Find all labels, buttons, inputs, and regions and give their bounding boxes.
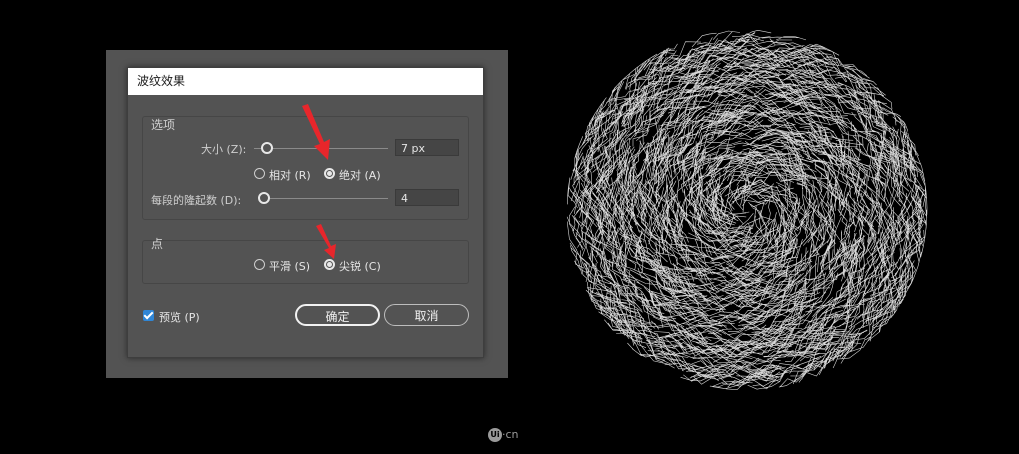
relative-radio-label[interactable]: 相对 (R) bbox=[269, 167, 311, 183]
red-annotation-arrow-icon bbox=[316, 224, 336, 259]
ridges-input[interactable]: 4 bbox=[395, 189, 459, 206]
dialog-title: 波纹效果 bbox=[128, 68, 483, 95]
corner-radio-label[interactable]: 尖锐 (C) bbox=[339, 258, 381, 274]
ripple-scribble-artwork bbox=[566, 30, 928, 391]
points-group-title: 点 bbox=[151, 237, 164, 251]
ridges-label: 每段的隆起数 (D): bbox=[151, 194, 242, 207]
preview-checkbox-label[interactable]: 预览 (P) bbox=[159, 309, 200, 325]
red-annotation-arrow-icon bbox=[302, 104, 330, 160]
size-slider-knob[interactable] bbox=[261, 142, 273, 154]
ridges-slider[interactable] bbox=[259, 198, 388, 199]
corner-radio[interactable] bbox=[324, 259, 335, 270]
ui-cn-logo-icon: Ui ·cn bbox=[488, 428, 519, 442]
smooth-radio[interactable] bbox=[254, 259, 265, 270]
size-input[interactable]: 7 px bbox=[395, 139, 459, 156]
preview-checkbox[interactable] bbox=[143, 310, 154, 321]
relative-radio[interactable] bbox=[254, 168, 265, 179]
size-label: 大小 (Z): bbox=[201, 143, 247, 156]
options-group-title: 选项 bbox=[151, 118, 176, 132]
smooth-radio-label[interactable]: 平滑 (S) bbox=[269, 258, 310, 274]
absolute-radio-label[interactable]: 绝对 (A) bbox=[339, 167, 381, 183]
ok-button[interactable]: 确定 bbox=[295, 304, 380, 326]
logo-suffix: ·cn bbox=[502, 428, 519, 441]
scribble-path bbox=[566, 30, 928, 391]
absolute-radio[interactable] bbox=[324, 168, 335, 179]
logo-badge: Ui bbox=[488, 428, 502, 442]
ridges-slider-knob[interactable] bbox=[258, 192, 270, 204]
cancel-button[interactable]: 取消 bbox=[384, 304, 469, 326]
